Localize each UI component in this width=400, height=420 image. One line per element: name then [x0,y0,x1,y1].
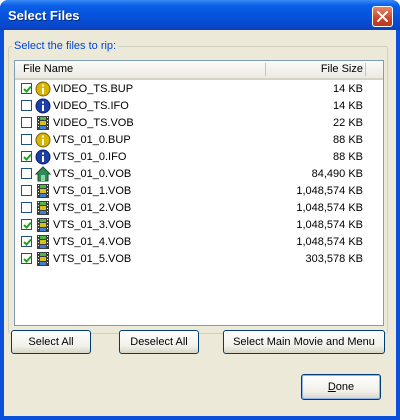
info-yellow-icon [35,81,51,97]
file-name: VTS_01_4.VOB [53,236,132,248]
close-button[interactable] [372,6,393,27]
deselect-all-button[interactable]: Deselect All [119,330,199,354]
file-checkbox[interactable] [21,100,32,111]
file-size: 1,048,574 KB [296,236,363,248]
file-size: 14 KB [333,100,363,112]
file-checkbox[interactable] [21,202,32,213]
list-item[interactable]: VIDEO_TS.VOB 22 KB [15,115,383,132]
select-all-button[interactable]: Select All [11,330,91,354]
file-size: 303,578 KB [305,253,364,265]
list-item[interactable]: VTS_01_0.BUP 88 KB [15,132,383,149]
title-bar[interactable]: Select Files [0,0,400,30]
file-checkbox[interactable] [21,83,32,94]
list-item[interactable]: VTS_01_1.VOB 1,048,574 KB [15,183,383,200]
list-item[interactable]: VTS_01_2.VOB 1,048,574 KB [15,200,383,217]
select-main-movie-button[interactable]: Select Main Movie and Menu [223,330,385,354]
file-size: 1,048,574 KB [296,219,363,231]
file-size: 1,048,574 KB [296,185,363,197]
column-divider[interactable] [265,63,266,76]
column-header-file-name[interactable]: File Name [23,63,73,76]
done-label: one [335,381,355,393]
file-name: VTS_01_3.VOB [53,219,132,231]
dialog-window: Select Files Select the files to rip: Fi… [0,0,400,420]
file-checkbox[interactable] [21,151,32,162]
file-name: VTS_01_0.IFO [53,151,127,163]
column-divider[interactable] [365,63,366,76]
file-checkbox[interactable] [21,117,32,128]
list-item[interactable]: VTS_01_5.VOB 303,578 KB [15,251,383,268]
file-name: VIDEO_TS.BUP [53,83,134,95]
list-item[interactable]: VIDEO_TS.BUP 14 KB [15,81,383,98]
file-name: VIDEO_TS.IFO [53,100,129,112]
dialog-client: Select the files to rip: File Name File … [4,30,396,416]
list-item[interactable]: VTS_01_3.VOB 1,048,574 KB [15,217,383,234]
file-checkbox[interactable] [21,168,32,179]
info-yellow-icon [35,132,51,148]
file-checkbox[interactable] [21,236,32,247]
file-size: 88 KB [333,134,363,146]
film-icon [35,115,51,131]
file-size: 84,490 KB [311,168,363,180]
file-checkbox[interactable] [21,134,32,145]
list-item[interactable]: VTS_01_0.VOB 84,490 KB [15,166,383,183]
film-icon [35,217,51,233]
file-size: 88 KB [333,151,363,163]
list-header: File Name File Size [15,61,383,80]
done-button[interactable]: Done [301,374,381,400]
info-blue-icon [35,149,51,165]
file-name: VTS_01_0.BUP [53,134,131,146]
film-icon [35,200,51,216]
window-title: Select Files [8,8,80,23]
list-item[interactable]: VIDEO_TS.IFO 14 KB [15,98,383,115]
file-size: 14 KB [333,83,363,95]
film-icon [35,234,51,250]
file-name: VTS_01_2.VOB [53,202,132,214]
film-icon [35,183,51,199]
file-name: VIDEO_TS.VOB [53,117,134,129]
list-item[interactable]: VTS_01_4.VOB 1,048,574 KB [15,234,383,251]
film-icon [35,251,51,267]
file-checkbox[interactable] [21,185,32,196]
close-icon [377,11,388,22]
list-item[interactable]: VTS_01_0.IFO 88 KB [15,149,383,166]
file-checkbox[interactable] [21,219,32,230]
file-name: VTS_01_0.VOB [53,168,132,180]
menu-house-icon [34,166,52,182]
column-header-file-size[interactable]: File Size [321,63,363,76]
info-blue-icon [35,98,51,114]
file-name: VTS_01_1.VOB [53,185,132,197]
file-list[interactable]: File Name File Size VIDEO_TS.BUP 14 KB VID… [14,60,384,326]
file-size: 1,048,574 KB [296,202,363,214]
file-name: VTS_01_5.VOB [53,253,132,265]
file-size: 22 KB [333,117,363,129]
groupbox-label: Select the files to rip: [12,40,119,52]
file-checkbox[interactable] [21,253,32,264]
done-mnemonic: D [327,381,336,393]
